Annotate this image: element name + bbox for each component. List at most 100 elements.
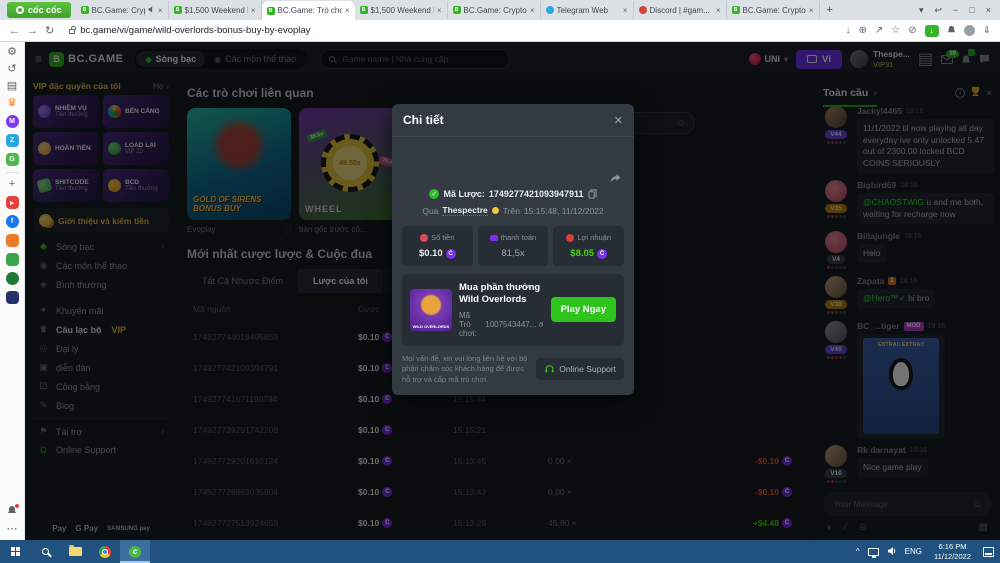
tab-close-icon[interactable]: × <box>437 6 442 15</box>
verified-icon: ✓ <box>429 189 439 199</box>
network-icon[interactable] <box>868 548 879 556</box>
action-center-icon[interactable] <box>983 547 994 557</box>
reload-button[interactable]: ↻ <box>45 24 54 37</box>
bcgame-page: ≡ B BC.GAME ◆ Sòng bạc ◉ Các môn thể tha… <box>25 42 1000 540</box>
stat-amount: Số tiền $0.10C <box>402 226 473 266</box>
game-thumbnail[interactable]: WILD OVERLORDS <box>410 289 452 331</box>
adblock-icon[interactable]: ⊘ <box>908 25 916 36</box>
copy-icon[interactable] <box>588 189 597 199</box>
bet-stats: Số tiền $0.10C thanh toán 81,5x Lợi nhuậ… <box>402 226 624 266</box>
maximize-button[interactable]: □ <box>969 5 974 15</box>
session-restore-icon[interactable]: ↩ <box>934 5 942 16</box>
browser-tab-active[interactable]: B BC.Game: Trò chơi s... × <box>262 1 355 20</box>
addressbar-actions: ↓ ⊕ ↗ ☆ ⊘ ↓ ⇓ <box>845 25 991 37</box>
online-support-button[interactable]: Online Support <box>536 358 624 380</box>
notifications-icon[interactable] <box>947 25 956 37</box>
settings-icon[interactable]: ⚙ <box>7 47 17 58</box>
file-explorer-icon[interactable] <box>60 540 90 563</box>
language-indicator[interactable]: ENG <box>905 547 922 556</box>
clock[interactable]: 6:16 PM 11/12/2022 <box>930 542 975 561</box>
url-field[interactable]: bc.game/vi/game/wild-overlords-bonus-buy… <box>61 23 838 39</box>
browser-tab[interactable]: Telegram Web × <box>541 1 634 19</box>
app-shortcut-icon[interactable] <box>6 253 19 266</box>
play-now-button[interactable]: Play Ngay <box>551 297 616 322</box>
tab-close-icon[interactable]: × <box>158 6 163 15</box>
back-button[interactable]: ← <box>9 25 20 37</box>
chrome-icon[interactable] <box>90 540 120 563</box>
more-icon[interactable]: ⋯ <box>7 524 18 535</box>
app-shortcut-icon[interactable] <box>6 291 19 304</box>
copy-icon[interactable] <box>539 320 543 329</box>
youtube-icon[interactable]: ▸ <box>6 196 19 209</box>
stat-profit: Lợi nhuận $8.05C <box>553 226 624 266</box>
app-shortcut-icon[interactable] <box>6 272 19 285</box>
headset-icon <box>544 364 555 374</box>
share-icon[interactable] <box>609 173 622 185</box>
tab-close-icon[interactable]: × <box>345 6 350 15</box>
bet-datetime: 15:15:48, 11/12/2022 <box>524 206 604 216</box>
history-icon[interactable]: ↺ <box>7 64 16 75</box>
favicon-bcgame-icon: B <box>360 6 368 14</box>
favicon-bcgame-icon: B <box>81 6 89 14</box>
facebook-icon[interactable]: f <box>6 215 19 228</box>
taskbar-search-icon[interactable] <box>30 540 60 563</box>
browser-tab[interactable]: B BC.Game: Crypto Ca... × <box>448 1 541 19</box>
game-title: Mua phần thưởng Wild Overlords <box>459 282 544 307</box>
modal-title: Chi tiết <box>403 113 444 127</box>
browser-tab[interactable]: B BC.Game: Crypto × <box>76 1 169 19</box>
windows-taskbar: c ^ ENG 6:16 PM 11/12/2022 <box>0 540 1000 563</box>
tab-close-icon[interactable]: × <box>809 6 814 15</box>
browser-tabstrip: cốc cốc B BC.Game: Crypto × B $1,500 Wee… <box>0 0 1000 20</box>
tab-close-icon[interactable]: × <box>623 6 628 15</box>
modal-game-card: WILD OVERLORDS Mua phần thưởng Wild Over… <box>402 274 624 346</box>
coccoc-taskbar-icon[interactable]: c <box>120 540 150 563</box>
tab-audio-icon[interactable] <box>148 6 155 15</box>
modal-close-icon[interactable]: ✕ <box>614 114 623 127</box>
save-page-icon[interactable]: ↓ <box>845 25 850 36</box>
support-note: Mọi vấn đề, xin vui lòng liên hệ với bộ … <box>402 354 529 386</box>
messenger-icon[interactable]: M <box>6 115 19 128</box>
new-tab-button[interactable]: + <box>820 4 840 16</box>
bet-id: 1749277421093947911 <box>489 189 584 199</box>
favicon-bcgame-icon: B <box>453 6 461 14</box>
profit-icon <box>566 234 574 242</box>
favicon-discord-icon <box>639 6 647 14</box>
update-button[interactable]: ↓ <box>925 25 939 37</box>
browser-tab[interactable]: B $1,500 Weekend Ev... × <box>355 1 448 19</box>
favicon-telegram-icon <box>546 6 554 14</box>
video-app-icon[interactable]: Z <box>6 134 19 147</box>
translate-icon[interactable]: ⊕ <box>858 25 866 36</box>
close-button[interactable]: × <box>986 5 991 15</box>
emoji-badge-icon <box>492 207 499 214</box>
vip-crown-icon[interactable]: ♛ <box>7 98 17 109</box>
browser-tab[interactable]: B $1,500 Weekend Ev... × <box>169 1 262 19</box>
tab-close-icon[interactable]: × <box>530 6 535 15</box>
games-icon[interactable]: G <box>6 153 19 166</box>
bet-details-modal: Chi tiết ✕ ✓ Mã Lược: 174927742109394791… <box>392 104 634 395</box>
app-shortcut-icon[interactable] <box>6 234 19 247</box>
share-icon[interactable]: ↗ <box>875 25 883 36</box>
favicon-bcgame-icon: B <box>732 6 740 14</box>
browser-tab[interactable]: B BC.Game: Crypto Ca... × <box>727 1 820 19</box>
start-button[interactable] <box>0 540 30 563</box>
bookmark-star-icon[interactable]: ☆ <box>891 25 900 36</box>
forward-button[interactable]: → <box>27 25 38 37</box>
tab-search-icon[interactable]: ▾ <box>919 5 924 16</box>
minimize-button[interactable]: − <box>953 5 958 15</box>
sidebar-notifications-icon[interactable] <box>7 505 17 518</box>
tray-expand-icon[interactable]: ^ <box>856 547 860 556</box>
url-text: bc.game/vi/game/wild-overlords-bonus-buy… <box>80 25 310 36</box>
divider <box>5 172 19 173</box>
player-link[interactable]: Thespectre <box>442 205 487 216</box>
browser-addressbar: ← → ↻ bc.game/vi/game/wild-overlords-bon… <box>0 20 1000 42</box>
browser-tab[interactable]: Discord | #gam... × <box>634 1 727 19</box>
newsfeed-icon[interactable]: ▤ <box>7 81 17 92</box>
downloads-icon[interactable]: ⇓ <box>983 25 991 36</box>
volume-icon[interactable] <box>887 546 897 558</box>
tab-close-icon[interactable]: × <box>716 6 721 15</box>
coccoc-menu-button[interactable]: cốc cốc <box>7 2 71 18</box>
screen: cốc cốc B BC.Game: Crypto × B $1,500 Wee… <box>0 0 1000 563</box>
tab-close-icon[interactable]: × <box>251 6 256 15</box>
profile-icon[interactable] <box>964 25 975 36</box>
add-shortcut-icon[interactable]: + <box>9 179 15 190</box>
